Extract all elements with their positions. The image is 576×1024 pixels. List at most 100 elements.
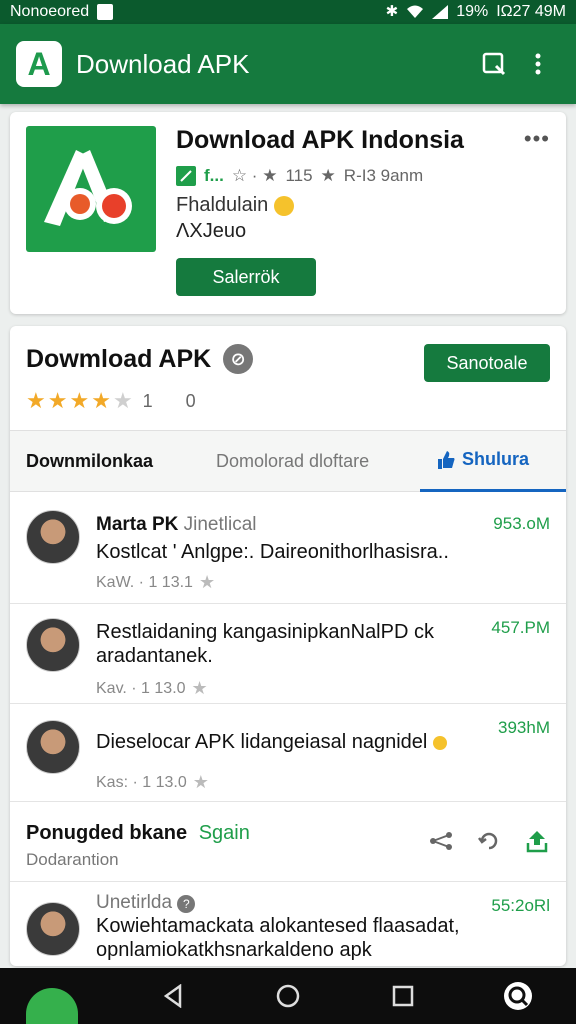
review-author-name: Unetirlda — [96, 892, 173, 913]
review-meta-text: KaW. · 1 13.1 — [96, 573, 193, 591]
home-button[interactable] — [268, 976, 308, 1016]
recents-button[interactable] — [383, 976, 423, 1016]
review-meta-text: Kas: · 1 13.0 — [96, 773, 187, 791]
downloads-label: R-I3 9anm — [343, 166, 424, 185]
avatar — [26, 720, 80, 774]
app-card: Download APK Indonsia ••• f... ☆ · ★ 115… — [10, 112, 566, 314]
status-bar: Nonoeored ✱ 19% ΙΩ27 49M — [0, 0, 576, 24]
section-link[interactable]: Sgain — [199, 822, 250, 844]
home-icon — [276, 984, 300, 1008]
app-bar-title: Download APK — [76, 48, 250, 79]
star-icon: ★ — [69, 388, 90, 413]
review-text: Kowiehtamackata alokantesed flaasadat, o… — [96, 915, 460, 961]
main-card-title: Dowmload APK ⊘ — [26, 344, 254, 374]
back-icon — [163, 984, 182, 1008]
review-item[interactable]: 393hM Dieselocar APK lidangeiasal nagnid… — [10, 704, 566, 802]
review-meta: KaW. · 1 13.1 ★ — [96, 572, 215, 593]
app-title: Download APK Indonsia — [176, 126, 464, 154]
star-icon: ★ — [192, 772, 209, 792]
star-icon: ★ — [47, 388, 68, 413]
app-bar: A Download APK — [0, 24, 576, 104]
star-icon: ★ — [191, 678, 208, 698]
carrier-label: Nonoeored — [10, 3, 90, 20]
star-icon: ★ — [26, 388, 46, 413]
review-text: Restlaidaning kangasinipkanNalPD ck arad… — [96, 621, 434, 667]
section-title: Ponugded bkane Sgain — [26, 822, 250, 845]
verified-icon — [176, 166, 196, 186]
emoji-icon — [432, 735, 447, 750]
review-text: Dieselocar APK lidangeiasal nagnidel — [96, 730, 476, 754]
assistant-button[interactable] — [498, 976, 538, 1016]
review-author-name: Marta PK — [96, 514, 179, 535]
main-action-button[interactable]: Sanotoale — [424, 344, 550, 382]
recents-icon — [392, 985, 414, 1007]
more-vert-icon — [535, 53, 541, 75]
assistant-icon — [504, 982, 533, 1010]
signal-icon — [432, 5, 449, 19]
refresh-icon — [478, 832, 498, 850]
review-item[interactable]: Marta PK Jinetlical 953.oM Kostlcat ' An… — [10, 494, 566, 604]
review-time: 55:2oRl — [491, 896, 550, 915]
review-item[interactable]: 457.PM Restlaidaning kangasinipkanNalPD … — [10, 604, 566, 704]
tab-bar: Downmilonkaa Domolorad dloftare Shulura — [10, 430, 566, 492]
review-author-extra: Jinetlical — [183, 514, 257, 535]
upload-button[interactable] — [524, 828, 550, 854]
main-card-title-text: Dowmload APK — [26, 344, 212, 373]
star-icon: ☆ · ★ — [231, 166, 278, 185]
share-badge-icon: ⊘ — [223, 344, 254, 374]
star-icon: ★ — [198, 572, 216, 592]
app-meta-row: f... ☆ · ★ 115 ★ R-I3 9anm — [176, 166, 423, 186]
tab-share[interactable]: Shulura — [420, 430, 566, 492]
help-icon: ? — [177, 895, 196, 913]
install-button[interactable]: Salerrök — [176, 258, 316, 296]
rating-count: 115 — [285, 166, 313, 185]
review-item[interactable]: Unetirlda ? 55:2oRl Kowiehtamackata alok… — [10, 882, 566, 966]
app-subtitle-text: Fhaldulain — [176, 194, 269, 216]
share-button[interactable] — [428, 828, 454, 854]
battery-label: 19% — [456, 3, 489, 20]
review-meta: Kas: · 1 13.0 ★ — [96, 772, 209, 793]
app-subtitle: Fhaldulain — [176, 194, 295, 217]
app-version: ΛΧJeuo — [176, 220, 247, 242]
wifi-icon — [407, 5, 424, 18]
section-subtitle: Dodarantion — [26, 850, 119, 869]
tab-software[interactable]: Domolorad dloftare — [200, 430, 420, 492]
bluetooth-icon: ✱ — [385, 3, 399, 20]
notification-icon — [97, 4, 114, 20]
review-time: 953.oM — [493, 514, 550, 533]
developer-section: Ponugded bkane Sgain Dodarantion — [10, 802, 566, 882]
app-icon — [26, 126, 156, 252]
avatar — [26, 902, 80, 956]
publisher-label: f... — [204, 166, 224, 185]
clock-label: ΙΩ27 49M — [496, 3, 566, 20]
system-nav-bar — [0, 968, 576, 1024]
share-icon — [430, 832, 452, 850]
review-author: Marta PK Jinetlical — [96, 514, 257, 536]
search-icon — [482, 52, 506, 76]
star-icon: ★ — [91, 388, 111, 413]
app-logo-letter: A — [27, 45, 51, 82]
app-logo: A — [16, 41, 62, 87]
main-card: Dowmload APK ⊘ Sanotoale ★ ★ ★ ★ ★ 1 0 D… — [10, 326, 566, 966]
rating-stars: ★ ★ ★ ★ ★ 1 0 — [26, 388, 210, 414]
tab-download[interactable]: Downmilonkaa — [10, 430, 200, 492]
avatar — [26, 618, 80, 672]
review-time: 457.PM — [491, 618, 550, 637]
search-button[interactable] — [472, 42, 516, 86]
upload-icon — [526, 831, 548, 853]
review-author: Unetirlda ? — [96, 892, 196, 914]
review-time: 393hM — [498, 718, 550, 737]
rating-text: 1 0 — [142, 390, 210, 411]
star-empty-icon: ★ — [112, 388, 133, 413]
more-button[interactable] — [516, 42, 560, 86]
tab-share-label: Shulura — [462, 449, 530, 469]
review-text-content: Dieselocar APK lidangeiasal nagnidel — [96, 731, 428, 753]
section-title-text: Ponugded bkane — [26, 822, 188, 844]
section-actions — [428, 828, 550, 854]
refresh-button[interactable] — [476, 828, 502, 854]
review-meta-text: Kav. · 1 13.0 — [96, 679, 186, 697]
smile-emoji-icon — [274, 195, 295, 216]
star-icon-2: ★ — [320, 166, 336, 185]
back-button[interactable] — [153, 976, 193, 1016]
app-card-more-button[interactable]: ••• — [524, 126, 550, 152]
